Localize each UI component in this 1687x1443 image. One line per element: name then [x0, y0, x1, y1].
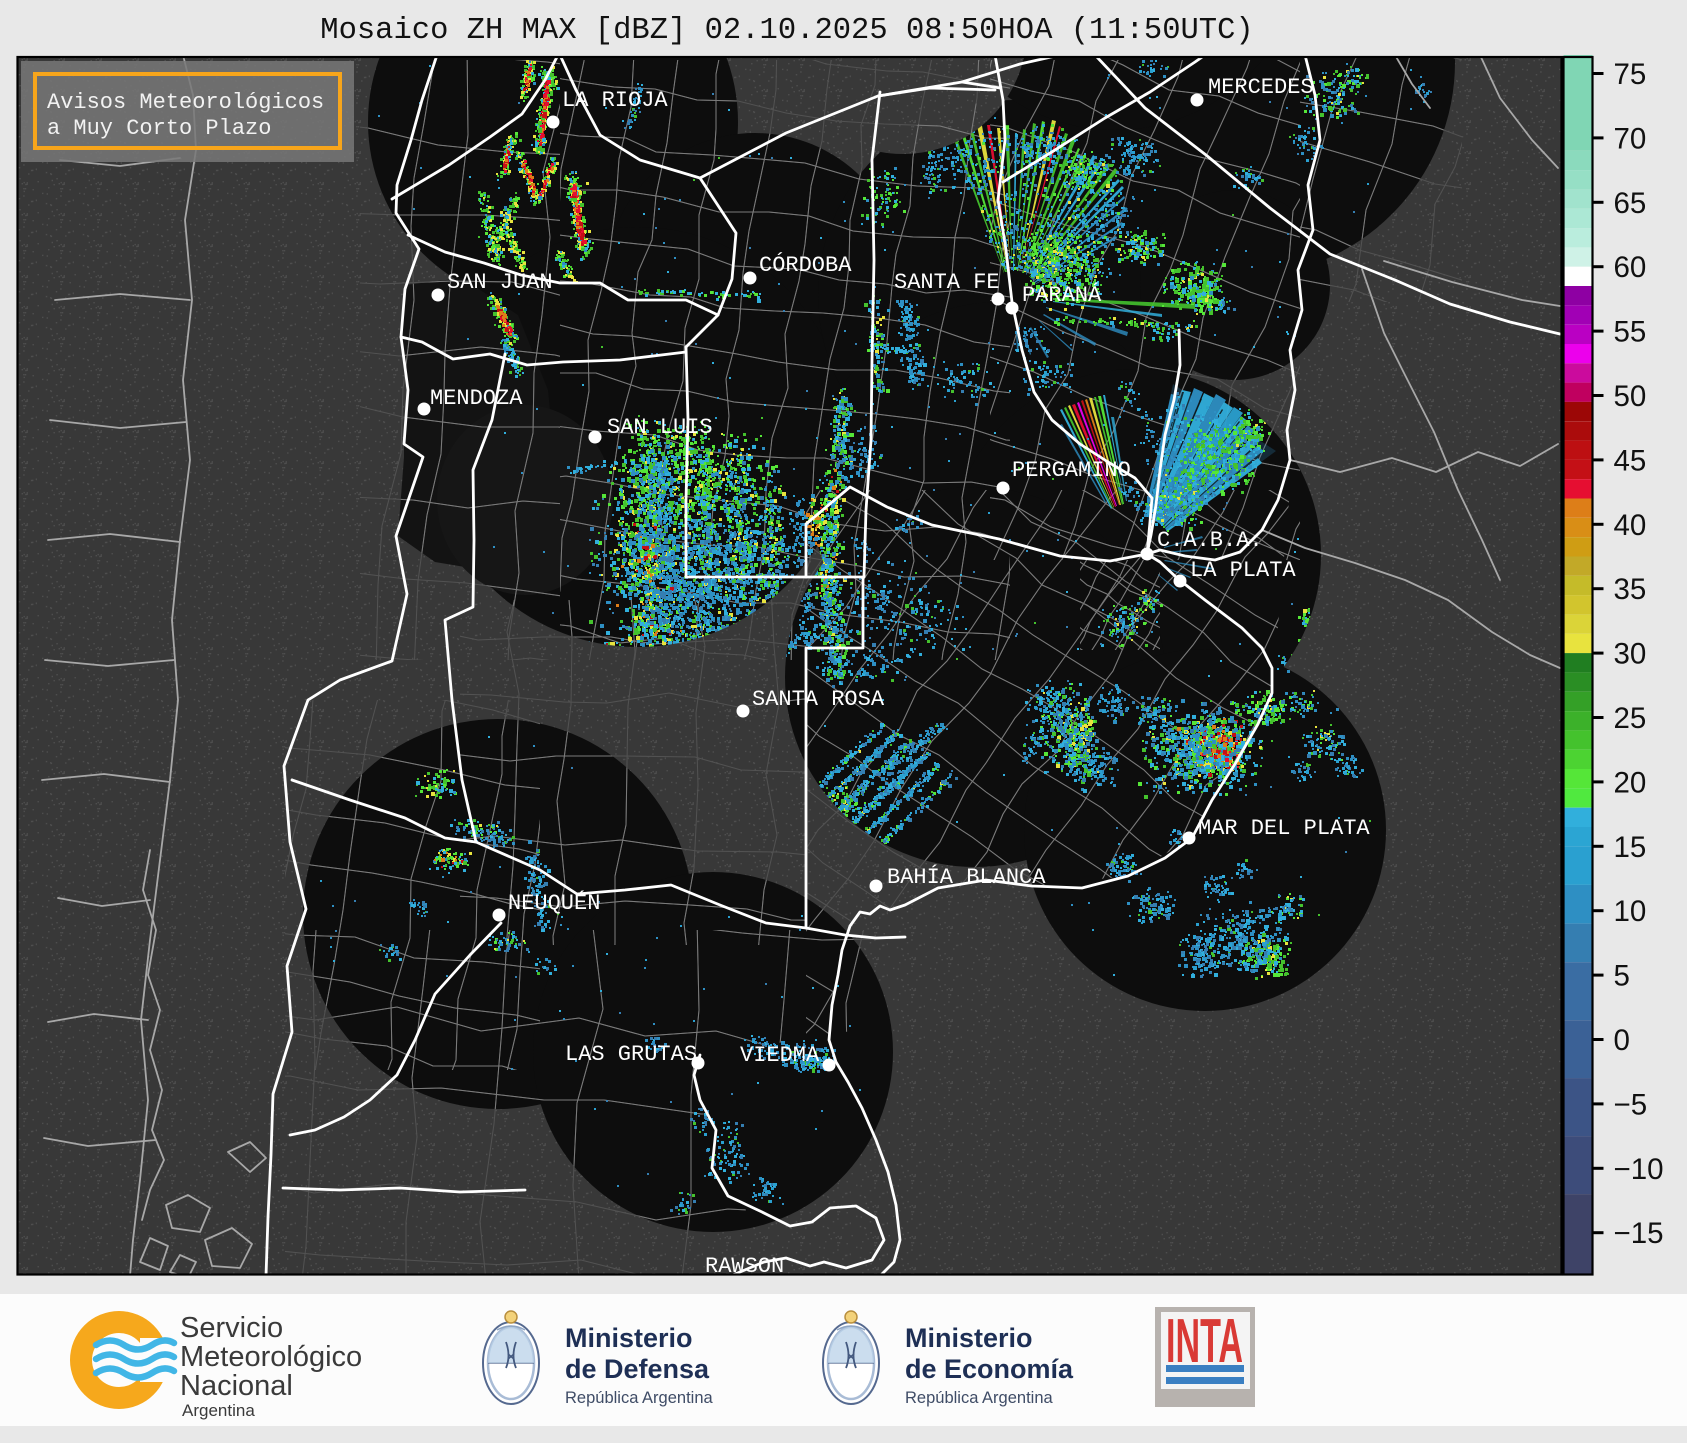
svg-text:45: 45: [1614, 444, 1647, 477]
svg-text:CÓRDOBA: CÓRDOBA: [759, 252, 852, 278]
svg-text:República Argentina: República Argentina: [905, 1389, 1054, 1407]
svg-text:MENDOZA: MENDOZA: [430, 386, 523, 411]
svg-text:75: 75: [1614, 58, 1647, 91]
svg-text:55: 55: [1614, 316, 1647, 349]
svg-text:SAN JUAN: SAN JUAN: [447, 270, 553, 295]
svg-text:Meteorológico: Meteorológico: [180, 1341, 362, 1373]
svg-text:65: 65: [1614, 187, 1647, 220]
svg-text:LA PLATA: LA PLATA: [1190, 558, 1296, 583]
svg-text:MERCEDES: MERCEDES: [1208, 75, 1314, 100]
svg-text:SANTA FE: SANTA FE: [894, 270, 1000, 295]
svg-text:República Argentina: República Argentina: [565, 1389, 714, 1407]
svg-text:LA RIOJA: LA RIOJA: [562, 88, 668, 113]
svg-text:35: 35: [1614, 573, 1647, 606]
svg-text:−10: −10: [1614, 1153, 1664, 1186]
svg-text:Nacional: Nacional: [180, 1370, 293, 1402]
svg-text:C.A.B.A.: C.A.B.A.: [1157, 528, 1263, 553]
svg-text:70: 70: [1614, 122, 1647, 155]
svg-text:PERGAMINO: PERGAMINO: [1012, 458, 1131, 483]
svg-text:15: 15: [1614, 831, 1647, 864]
svg-text:−5: −5: [1614, 1088, 1648, 1121]
svg-text:50: 50: [1614, 380, 1647, 413]
svg-text:SANTA ROSA: SANTA ROSA: [752, 687, 885, 712]
svg-text:de Defensa: de Defensa: [565, 1354, 710, 1384]
svg-text:Servicio: Servicio: [180, 1312, 283, 1344]
svg-text:VIEDMA: VIEDMA: [740, 1043, 820, 1068]
svg-text:−15: −15: [1614, 1217, 1664, 1250]
svg-text:0: 0: [1614, 1024, 1630, 1057]
svg-text:5: 5: [1614, 960, 1630, 993]
svg-text:Ministerio: Ministerio: [565, 1323, 693, 1353]
svg-text:10: 10: [1614, 895, 1647, 928]
svg-text:PARANÁ: PARANÁ: [1022, 282, 1102, 308]
svg-text:Mosaico ZH MAX [dBZ] 02.10.202: Mosaico ZH MAX [dBZ] 02.10.2025 08:50HOA…: [320, 14, 1253, 48]
svg-text:30: 30: [1614, 638, 1647, 671]
svg-text:BAHÍA BLANCA: BAHÍA BLANCA: [887, 864, 1046, 890]
svg-text:Argentina: Argentina: [182, 1401, 255, 1420]
svg-text:MAR DEL PLATA: MAR DEL PLATA: [1198, 816, 1370, 841]
svg-text:40: 40: [1614, 509, 1647, 542]
svg-text:Avisos Meteorológicos: Avisos Meteorológicos: [47, 90, 324, 115]
svg-text:de Economía: de Economía: [905, 1354, 1074, 1384]
svg-text:60: 60: [1614, 251, 1647, 284]
svg-text:25: 25: [1614, 702, 1647, 735]
svg-text:LAS GRUTAS: LAS GRUTAS: [565, 1042, 697, 1067]
svg-text:Ministerio: Ministerio: [905, 1323, 1033, 1353]
svg-text:20: 20: [1614, 766, 1647, 799]
svg-text:a Muy Corto Plazo: a Muy Corto Plazo: [47, 116, 271, 141]
svg-text:SAN LUIS: SAN LUIS: [607, 415, 713, 440]
svg-text:NEUQUÉN: NEUQUÉN: [508, 890, 600, 916]
